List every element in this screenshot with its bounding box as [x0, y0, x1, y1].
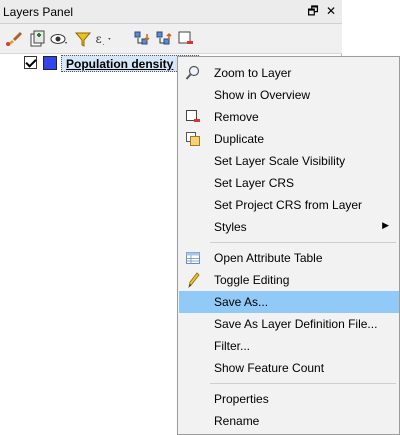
menu-item-label: Set Layer CRS	[214, 176, 295, 190]
filter-expression-icon[interactable]: ε .	[94, 29, 114, 49]
menu-item-label: Rename	[214, 414, 260, 428]
svg-text:.: .	[102, 39, 104, 47]
menu-item-zoom-to-layer[interactable]: Zoom to Layer	[179, 62, 399, 84]
menu-item-label: Set Project CRS from Layer	[214, 198, 363, 212]
menu-item-label: Toggle Editing	[214, 273, 290, 287]
menu-item-styles[interactable]: Styles ▶	[179, 216, 399, 238]
close-panel-button[interactable]: ✕	[324, 4, 338, 18]
menu-item-open-attribute-table[interactable]: Open Attribute Table	[179, 247, 399, 269]
filter-icon[interactable]	[73, 29, 93, 49]
menu-item-label: Show Feature Count	[214, 361, 325, 375]
paint-brush-icon[interactable]	[4, 29, 24, 49]
expand-all-icon[interactable]	[132, 29, 152, 49]
menu-item-label: Properties	[214, 392, 269, 406]
duplicate-icon	[186, 132, 200, 146]
menu-separator	[210, 242, 396, 243]
menu-item-label: Styles	[214, 220, 247, 234]
remove-icon	[186, 110, 200, 122]
add-group-icon[interactable]	[27, 29, 47, 49]
remove-layer-icon[interactable]	[176, 29, 196, 49]
menu-item-show-in-overview[interactable]: Show in Overview	[179, 84, 399, 106]
menu-item-label: Set Layer Scale Visibility	[214, 154, 346, 168]
menu-item-toggle-editing[interactable]: Toggle Editing	[179, 269, 399, 291]
float-panel-button[interactable]: 🗗	[306, 4, 320, 18]
table-icon	[186, 252, 200, 264]
panel-titlebar: Layers Panel 🗗 ✕	[0, 0, 342, 24]
panel-title: Layers Panel	[3, 5, 74, 19]
menu-item-rename[interactable]: Rename	[179, 410, 399, 432]
menu-item-save-as-layer-definition[interactable]: Save As Layer Definition File...	[179, 313, 399, 335]
menu-item-label: Show in Overview	[214, 88, 311, 102]
layers-toolbar: ε .	[0, 24, 342, 54]
collapse-all-icon[interactable]	[154, 29, 174, 49]
menu-item-label: Open Attribute Table	[214, 251, 323, 265]
menu-item-properties[interactable]: Properties	[179, 388, 399, 410]
layer-visibility-checkbox[interactable]	[24, 56, 37, 69]
menu-item-label: Save As...	[214, 295, 269, 309]
layer-color-swatch	[43, 56, 57, 70]
submenu-arrow-icon: ▶	[382, 220, 389, 230]
menu-item-show-feature-count[interactable]: Show Feature Count	[179, 357, 399, 379]
eye-icon[interactable]	[49, 29, 69, 49]
menu-item-label: Save As Layer Definition File...	[214, 317, 378, 331]
menu-item-duplicate[interactable]: Duplicate	[179, 128, 399, 150]
layer-context-menu: Zoom to Layer Show in Overview Remove Du…	[177, 56, 400, 435]
zoom-icon	[185, 65, 200, 80]
menu-item-label: Remove	[214, 110, 259, 124]
menu-item-remove[interactable]: Remove	[179, 106, 399, 128]
menu-item-label: Filter...	[214, 339, 251, 353]
menu-item-save-as[interactable]: Save As...	[179, 291, 399, 313]
menu-item-label: Zoom to Layer	[214, 66, 292, 80]
menu-item-set-project-crs[interactable]: Set Project CRS from Layer	[179, 194, 399, 216]
menu-item-filter[interactable]: Filter...	[179, 335, 399, 357]
menu-separator	[210, 383, 396, 384]
menu-item-label: Duplicate	[214, 132, 265, 146]
menu-item-set-layer-crs[interactable]: Set Layer CRS	[179, 172, 399, 194]
svg-text:ε: ε	[96, 32, 102, 46]
pencil-icon	[188, 272, 200, 288]
menu-item-set-layer-scale-visibility[interactable]: Set Layer Scale Visibility	[179, 150, 399, 172]
